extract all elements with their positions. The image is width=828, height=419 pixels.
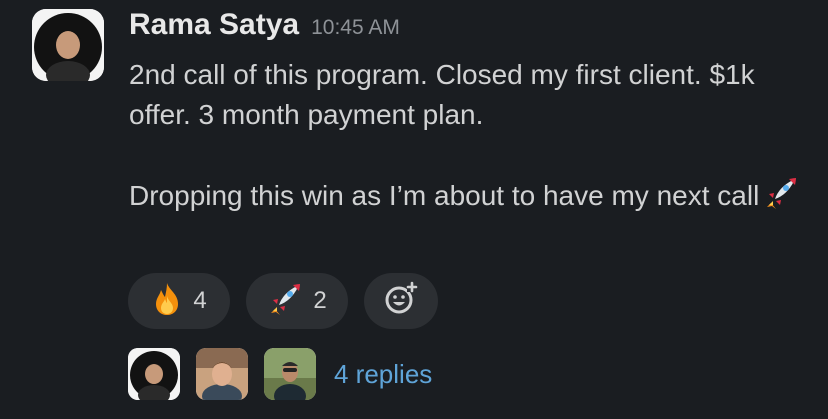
thread-participant-avatar[interactable] <box>264 348 316 400</box>
reaction-fire[interactable]: 4 <box>128 273 230 329</box>
reactions-bar: 4 2 <box>128 273 438 329</box>
message-item[interactable]: Rama Satya 10:45 AM 2nd call of this pro… <box>0 0 828 419</box>
rocket-emoji <box>267 281 303 322</box>
author-name[interactable]: Rama Satya <box>129 8 299 42</box>
message-paragraph: 2nd call of this program. Closed my firs… <box>129 59 755 130</box>
message-paragraph: Dropping this win as I’m about to have m… <box>129 175 809 222</box>
add-reaction-button[interactable] <box>364 273 438 329</box>
reaction-rocket[interactable]: 2 <box>246 273 348 329</box>
message-body: 2nd call of this program. Closed my firs… <box>129 55 809 222</box>
add-reaction-icon <box>383 281 419 322</box>
replies-link[interactable]: 4 replies <box>334 359 432 390</box>
thread-participant-avatar[interactable] <box>128 348 180 400</box>
author-avatar[interactable] <box>32 9 104 81</box>
rocket-emoji <box>763 175 799 222</box>
message-header: Rama Satya 10:45 AM <box>129 8 400 42</box>
reaction-count: 2 <box>313 287 327 314</box>
fire-emoji <box>151 282 183 321</box>
reaction-count: 4 <box>193 287 207 314</box>
message-timestamp[interactable]: 10:45 AM <box>311 16 400 40</box>
thread-participant-avatar[interactable] <box>196 348 248 400</box>
message-paragraph-text: Dropping this win as I’m about to have m… <box>129 180 760 211</box>
thread-replies[interactable]: 4 replies <box>128 348 432 400</box>
